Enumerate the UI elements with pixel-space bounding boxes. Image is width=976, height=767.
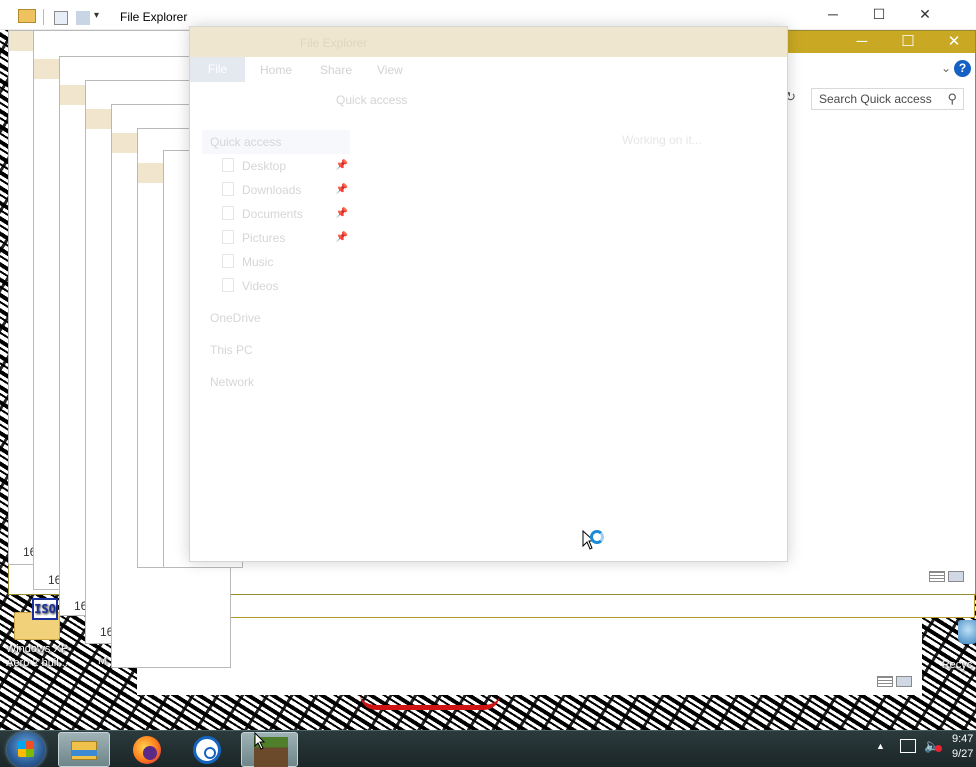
- network-icon[interactable]: [900, 739, 916, 753]
- desktop-icon-label: Windows XP Aero 2 buil...: [5, 643, 69, 669]
- mouse-pointer-icon: [254, 731, 266, 753]
- desktop-icon-label: Recyc: [941, 659, 973, 671]
- pin-icon: 📌: [335, 184, 348, 195]
- desktop-icon-partial-label: M: [98, 655, 108, 667]
- nav-item-pictures[interactable]: Pictures 📌: [210, 226, 350, 250]
- firefox-icon: [133, 736, 161, 764]
- nav-item-videos[interactable]: Videos: [210, 274, 350, 298]
- minimize-button[interactable]: ─: [810, 6, 856, 22]
- wallpaper-red-stroke: [360, 694, 500, 710]
- view-toggle-group: [929, 571, 967, 585]
- taskbar-clock[interactable]: 9:47 9/27: [952, 732, 976, 762]
- start-button[interactable]: [7, 732, 45, 767]
- search-input[interactable]: Search Quick access ⚲: [811, 88, 964, 110]
- iso-folder-icon: ISO: [14, 598, 60, 640]
- taskbar-file-explorer[interactable]: [58, 732, 110, 767]
- recycle-bin-icon: [958, 620, 976, 644]
- large-icons-view-icon[interactable]: [948, 571, 964, 582]
- show-hidden-icons-icon[interactable]: ▲: [876, 741, 885, 751]
- nav-item-downloads[interactable]: Downloads 📌: [210, 178, 350, 202]
- videos-icon: [222, 278, 234, 292]
- window-titlebar[interactable]: File Explorer: [190, 27, 787, 57]
- busy-cursor-icon: [582, 529, 604, 553]
- nav-item-documents[interactable]: Documents 📌: [210, 202, 350, 226]
- tab-file[interactable]: File: [190, 57, 245, 82]
- taskbar-minecraft[interactable]: [241, 732, 298, 767]
- folder-icon: [18, 9, 36, 23]
- ribbon-tabs: File Home Share View: [190, 57, 787, 82]
- desktop-icon-recycle[interactable]: Recyc: [938, 620, 976, 672]
- documents-icon: [222, 206, 234, 220]
- search-icon: ⚲: [947, 91, 957, 106]
- nav-item-onedrive[interactable]: OneDrive: [210, 306, 350, 330]
- pictures-icon: [222, 230, 234, 244]
- pin-icon: 📌: [335, 208, 348, 219]
- maximize-button[interactable]: ☐: [885, 33, 931, 53]
- ribbon-expand-chevron-icon[interactable]: ⌄: [938, 61, 954, 77]
- nav-item-desktop[interactable]: Desktop 📌: [210, 154, 350, 178]
- windows-logo-icon: [18, 741, 34, 757]
- properties-quick-icon[interactable]: [54, 11, 68, 25]
- nav-item-music[interactable]: Music: [210, 250, 350, 274]
- chrome-icon: [193, 736, 221, 764]
- close-button[interactable]: ✕: [931, 33, 976, 53]
- pin-icon: 📌: [335, 232, 348, 243]
- nav-item-network[interactable]: Network: [210, 370, 350, 394]
- large-icons-view-icon[interactable]: [896, 676, 912, 687]
- explorer-window-stacked-lower[interactable]: [137, 618, 922, 695]
- window-title: File Explorer: [300, 36, 368, 50]
- nav-item-quick-access[interactable]: Quick access: [202, 130, 350, 154]
- details-view-icon[interactable]: [877, 676, 893, 687]
- quick-access-toolbar-dropdown-icon[interactable]: ▾: [94, 10, 99, 21]
- loading-status: Working on it...: [622, 133, 702, 147]
- minimize-button[interactable]: ─: [839, 33, 885, 53]
- nav-item-this-pc[interactable]: This PC: [210, 338, 350, 362]
- help-button[interactable]: ?: [954, 60, 971, 77]
- explorer-window-opening[interactable]: File Explorer File Home Share View Quick…: [189, 26, 788, 562]
- desktop-icon: [222, 158, 234, 172]
- taskbar-firefox[interactable]: [130, 732, 164, 767]
- clock-time: 9:47: [952, 733, 974, 745]
- taskbar-chrome[interactable]: [190, 732, 224, 767]
- navigation-pane: Quick access Desktop 📌 Downloads 📌 Documen…: [202, 130, 350, 394]
- search-placeholder: Search Quick access: [819, 92, 932, 106]
- clock-date: 9/27: [952, 748, 974, 760]
- music-icon: [222, 254, 234, 268]
- tab-home[interactable]: Home: [260, 63, 292, 77]
- close-button[interactable]: ✕: [902, 6, 948, 23]
- view-toggle-group: [877, 676, 915, 690]
- taskbar: [0, 730, 976, 767]
- downloads-icon: [222, 182, 234, 196]
- tab-view[interactable]: View: [377, 63, 403, 77]
- new-folder-quick-icon[interactable]: [76, 11, 90, 25]
- details-view-icon[interactable]: [929, 571, 945, 582]
- address-bar[interactable]: Quick access: [336, 93, 407, 107]
- maximize-button[interactable]: ☐: [856, 6, 902, 23]
- window-title: File Explorer: [120, 10, 188, 24]
- tab-share[interactable]: Share: [320, 63, 352, 77]
- pin-icon: 📌: [335, 160, 348, 171]
